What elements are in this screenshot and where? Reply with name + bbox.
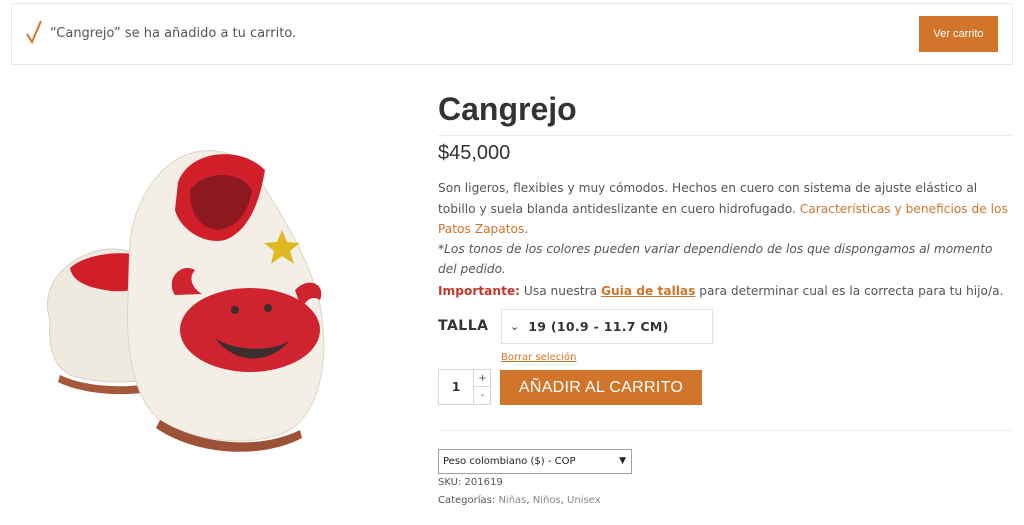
front-shoe	[127, 150, 325, 452]
color-note: *Los tonos de los colores pueden variar …	[438, 242, 993, 276]
quantity-stepper[interactable]: 1 + -	[438, 369, 491, 405]
description-end: .	[524, 222, 529, 236]
divider	[438, 135, 1012, 136]
product-description: Son ligeros, flexibles y muy cómodos. He…	[438, 178, 1014, 240]
currency-selected-value: Peso colombiano ($) - COP	[443, 456, 576, 467]
size-label: TALLA	[438, 318, 489, 334]
sku-label: SKU:	[438, 477, 462, 488]
product-price: $45,000	[438, 142, 511, 164]
product-image[interactable]	[10, 90, 420, 490]
product-categories: Categorías: Niñas, Niños, Unisex	[438, 495, 601, 506]
add-to-cart-button[interactable]: AÑADIR AL CARRITO	[500, 370, 702, 405]
important-label: Importante:	[438, 284, 521, 298]
category-link-ninos[interactable]: Niños	[533, 495, 561, 506]
view-cart-button[interactable]: Ver carrito	[919, 16, 998, 52]
size-select[interactable]: ⌄ 19 (10.9 - 11.7 CM)	[501, 309, 713, 344]
quantity-decrease-button[interactable]: -	[473, 387, 491, 404]
categories-label: Categorías:	[438, 495, 496, 506]
notice-message: “Cangrejo” se ha añadido a tu carrito.	[50, 26, 297, 41]
dropdown-arrow-icon: ▼	[619, 456, 626, 466]
product-sku: SKU: 201619	[438, 477, 503, 488]
currency-select[interactable]: Peso colombiano ($) - COP ▼	[438, 449, 632, 474]
quantity-input[interactable]: 1	[439, 370, 473, 404]
category-link-unisex[interactable]: Unisex	[567, 495, 601, 506]
added-to-cart-notice: “Cangrejo” se ha añadido a tu carrito. V…	[11, 3, 1013, 65]
reset-variation-link[interactable]: Borrar seleción	[501, 352, 576, 363]
chevron-down-icon: ⌄	[510, 320, 520, 333]
size-selected-value: 19 (10.9 - 11.7 CM)	[528, 319, 669, 334]
sku-value: 201619	[464, 477, 503, 488]
important-text-2: para determinar cual es la correcta para…	[695, 284, 1004, 298]
divider	[438, 430, 1012, 431]
important-text-1: Usa nuestra	[520, 284, 601, 298]
product-title: Cangrejo	[438, 91, 577, 127]
quantity-increase-button[interactable]: +	[473, 370, 491, 387]
important-note: Importante: Usa nuestra Guia de tallas p…	[438, 284, 1003, 298]
category-link-ninas[interactable]: Niñas	[498, 495, 526, 506]
size-guide-link[interactable]: Guia de tallas	[601, 284, 695, 298]
check-icon	[24, 18, 44, 46]
